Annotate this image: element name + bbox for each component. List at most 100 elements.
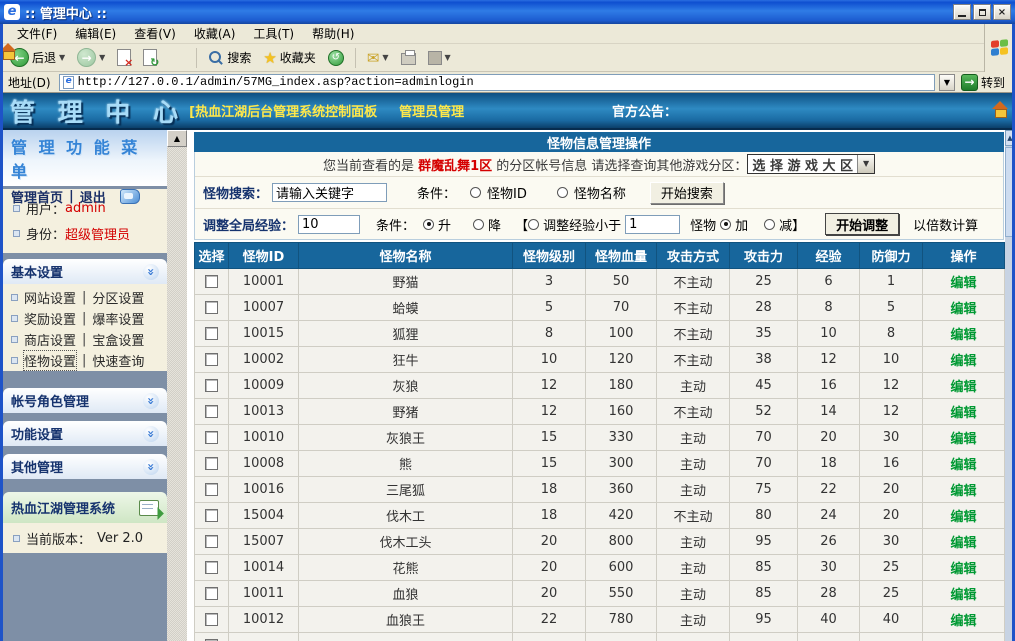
edit-link[interactable]: 编辑 [950,380,976,395]
edit-link[interactable]: 编辑 [950,302,976,317]
row-checkbox[interactable] [205,353,218,366]
exp-multiplier-input[interactable] [298,215,360,234]
history-button[interactable]: ↺ [324,48,348,68]
edit-link[interactable]: 编辑 [950,614,976,629]
sidebar-item-quick-query[interactable]: 快速查询 [92,351,144,370]
monster-id-cell: 10014 [229,555,299,581]
row-checkbox[interactable] [205,275,218,288]
monster-level-cell: 10 [513,347,586,373]
start-adjust-button[interactable]: 开始调整 [825,213,899,235]
sidebar-section-function[interactable]: 功能设置 » [3,421,167,446]
monster-name-cell: 熊 [299,451,513,477]
banner-admin-link[interactable]: 管理员管理 [399,101,464,120]
address-bar: 地址(D) http://127.0.0.1/admin/57MG_index.… [0,72,1015,93]
row-checkbox[interactable] [205,431,218,444]
menu-edit[interactable]: 编辑(E) [66,23,125,44]
home-icon[interactable] [992,102,1008,116]
edit-link[interactable]: 编辑 [950,432,976,447]
radio-exp-up[interactable] [423,219,434,230]
sidebar-section-account[interactable]: 帐号角色管理 » [3,388,167,413]
sidebar-section-other[interactable]: 其他管理 » [3,454,167,479]
edit-link[interactable]: 编辑 [950,484,976,499]
mail-button[interactable]: ✉ ▼ [363,47,393,69]
close-button[interactable]: × [993,4,1011,20]
monster-name-cell: 血狼 [299,581,513,607]
edit-link[interactable]: 编辑 [950,562,976,577]
stop-button[interactable]: × [113,47,135,68]
monster-hp-cell: 420 [586,503,657,529]
favorites-button[interactable]: ★ 收藏夹 [259,47,319,69]
restore-button[interactable] [973,4,991,20]
sidebar-item-droprate-settings[interactable]: 爆率设置 [92,309,144,328]
scroll-up-icon[interactable]: ▲ [167,130,187,147]
search-keyword-input[interactable] [272,183,387,202]
radio-exp-add[interactable] [720,219,731,230]
menu-favorites[interactable]: 收藏(A) [185,23,245,44]
table-row: 10015狐狸8100不主动35108编辑 [195,321,1005,347]
sidebar-item-reward-settings[interactable]: 奖励设置 [24,309,76,328]
radio-exp-down[interactable] [473,219,484,230]
sidebar-item-monster-settings[interactable]: 怪物设置 [24,351,76,370]
column-header: 怪物级别 [513,243,586,269]
menu-tools[interactable]: 工具(T) [244,23,303,44]
monster-hp-cell: 800 [586,529,657,555]
attack-power-cell: 95 [730,607,798,633]
edit-cell: 编辑 [923,607,1005,633]
edit-link[interactable]: 编辑 [950,536,976,551]
monster-table: 选择怪物ID怪物名称怪物级别怪物血量攻击方式攻击力经验防御力操作 10001野猫… [194,242,1005,641]
row-checkbox[interactable] [205,587,218,600]
attack-power-cell: 95 [730,529,798,555]
defense-cell: 25 [860,581,923,607]
edit-cell: 编辑 [923,373,1005,399]
sidebar-scrollbar[interactable]: ▲ [167,130,187,641]
sidebar-item-website-settings[interactable]: 网站设置 [24,288,76,307]
address-dropdown-button[interactable]: ▼ [939,74,955,91]
edit-link[interactable]: 编辑 [950,276,976,291]
zone-select[interactable]: 选 择 游 戏 大 区 ▼ [747,154,875,174]
row-checkbox[interactable] [205,613,218,626]
edit-link[interactable]: 编辑 [950,406,976,421]
row-checkbox[interactable] [205,535,218,548]
row-checkbox[interactable] [205,457,218,470]
row-checkbox[interactable] [205,509,218,522]
edit-link[interactable]: 编辑 [950,354,976,369]
row-checkbox[interactable] [205,405,218,418]
edit-link[interactable]: 编辑 [950,458,976,473]
edit-link[interactable]: 编辑 [950,328,976,343]
row-checkbox[interactable] [205,561,218,574]
radio-exp-less-than[interactable] [528,219,539,230]
address-input[interactable]: http://127.0.0.1/admin/57MG_index.asp?ac… [59,74,935,91]
sidebar-item-shop-settings[interactable]: 商店设置 [24,330,76,349]
edit-link[interactable]: 编辑 [950,510,976,525]
row-checkbox[interactable] [205,379,218,392]
radio-monster-name[interactable] [557,187,568,198]
sidebar-item-box-settings[interactable]: 宝盒设置 [92,330,144,349]
row-checkbox[interactable] [205,483,218,496]
search-button[interactable]: 搜索 [204,47,255,68]
edit-link[interactable]: 编辑 [950,588,976,603]
address-url: http://127.0.0.1/admin/57MG_index.asp?ac… [78,75,474,89]
attack-mode-cell: 主动 [657,581,730,607]
print-button[interactable] [397,48,420,67]
home-button[interactable] [165,49,189,67]
column-header: 防御力 [860,243,923,269]
table-row [195,633,1005,641]
menu-help[interactable]: 帮助(H) [303,23,363,44]
refresh-button[interactable]: ↻ [139,47,161,68]
go-button[interactable]: → 转到 [959,74,1011,91]
sidebar-item-zone-settings[interactable]: 分区设置 [92,288,144,307]
start-search-button[interactable]: 开始搜索 [650,182,724,204]
bullet-icon [13,205,20,212]
menu-view[interactable]: 查看(V) [125,23,185,44]
row-checkbox[interactable] [205,327,218,340]
sidebar-section-basic[interactable]: 基本设置 » [3,259,167,284]
row-checkbox[interactable] [205,301,218,314]
edit-button[interactable]: ▼ [424,49,455,67]
forward-button[interactable]: → ▼ [73,46,109,69]
exp-threshold-input[interactable] [625,215,680,234]
radio-monster-id[interactable] [470,187,481,198]
stop-icon: × [117,49,131,66]
minimize-button[interactable] [953,4,971,20]
radio-exp-sub[interactable] [764,219,775,230]
menu-file[interactable]: 文件(F) [8,23,66,44]
